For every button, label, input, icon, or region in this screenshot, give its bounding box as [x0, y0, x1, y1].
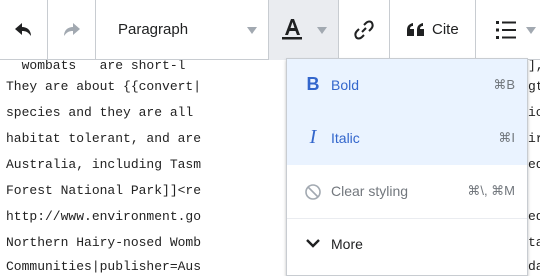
- editor-line: Communities|publisher=Aus: [6, 259, 202, 273]
- bold-shortcut: ⌘B: [493, 77, 515, 92]
- editor-line: http://www.environment.go: [6, 209, 202, 224]
- editor-line-end: da: [528, 259, 540, 273]
- cite-button[interactable]: Cite: [390, 0, 476, 60]
- text-style-button[interactable]: [269, 0, 339, 60]
- more-label: More: [331, 236, 363, 252]
- redo-icon: [64, 23, 80, 36]
- editor-line-end: ir: [528, 131, 540, 146]
- link-button[interactable]: [339, 0, 390, 60]
- bullet-list-icon: [496, 21, 516, 39]
- chevron-down-icon: [303, 232, 323, 255]
- clear-styling-menu-item: Clear styling ⌘\, ⌘M: [287, 165, 527, 218]
- editor-line-end: ic: [528, 105, 540, 120]
- editor-line: habitat tolerant, and are: [6, 131, 202, 146]
- paragraph-format-dropdown[interactable]: Paragraph: [96, 0, 269, 60]
- editor-line: They are about {{convert|: [6, 79, 202, 94]
- bold-menu-item[interactable]: B Bold ⌘B: [287, 59, 527, 112]
- italic-menu-item[interactable]: I Italic ⌘I: [287, 112, 527, 165]
- cite-label: Cite: [432, 21, 459, 38]
- editor-line-end: ed: [528, 209, 540, 224]
- chevron-down-icon: [526, 27, 536, 34]
- editor-line-end: ta: [528, 235, 540, 250]
- paragraph-format-label: Paragraph: [118, 21, 189, 38]
- more-menu-item[interactable]: More: [287, 218, 527, 271]
- bold-label: Bold: [331, 77, 360, 93]
- editor-line-end: ],: [528, 60, 540, 73]
- clear-styling-icon: [303, 179, 323, 206]
- undo-button[interactable]: [0, 0, 48, 60]
- chevron-down-icon: [317, 27, 327, 34]
- chevron-down-icon: [247, 27, 257, 34]
- bold-icon: B: [306, 74, 320, 94]
- clear-styling-shortcut: ⌘\, ⌘M: [467, 183, 515, 198]
- editor-toolbar: Paragraph Cite: [0, 0, 540, 60]
- list-button[interactable]: [476, 0, 540, 60]
- redo-button[interactable]: [48, 0, 96, 60]
- editor-line: Northern Hairy-nosed Womb: [6, 235, 202, 250]
- editor-line-end: ed: [528, 157, 540, 172]
- editor-line: wombats are short-l: [6, 60, 186, 73]
- clear-styling-label: Clear styling: [331, 183, 409, 199]
- editor-line: species and they are all: [6, 105, 194, 120]
- editor-line: Australia, including Tasm: [6, 157, 202, 172]
- editor-line-end: gt: [528, 79, 540, 94]
- italic-icon: I: [309, 126, 317, 148]
- quote-icon: [407, 23, 424, 36]
- italic-label: Italic: [331, 130, 360, 146]
- text-style-icon: [282, 19, 302, 40]
- link-icon: [354, 20, 374, 40]
- text-style-menu: B Bold ⌘B I Italic ⌘I Clear styling ⌘\, …: [286, 58, 528, 276]
- editor-line: Forest National Park]]<re: [6, 183, 202, 198]
- italic-shortcut: ⌘I: [498, 130, 515, 145]
- undo-icon: [15, 23, 31, 36]
